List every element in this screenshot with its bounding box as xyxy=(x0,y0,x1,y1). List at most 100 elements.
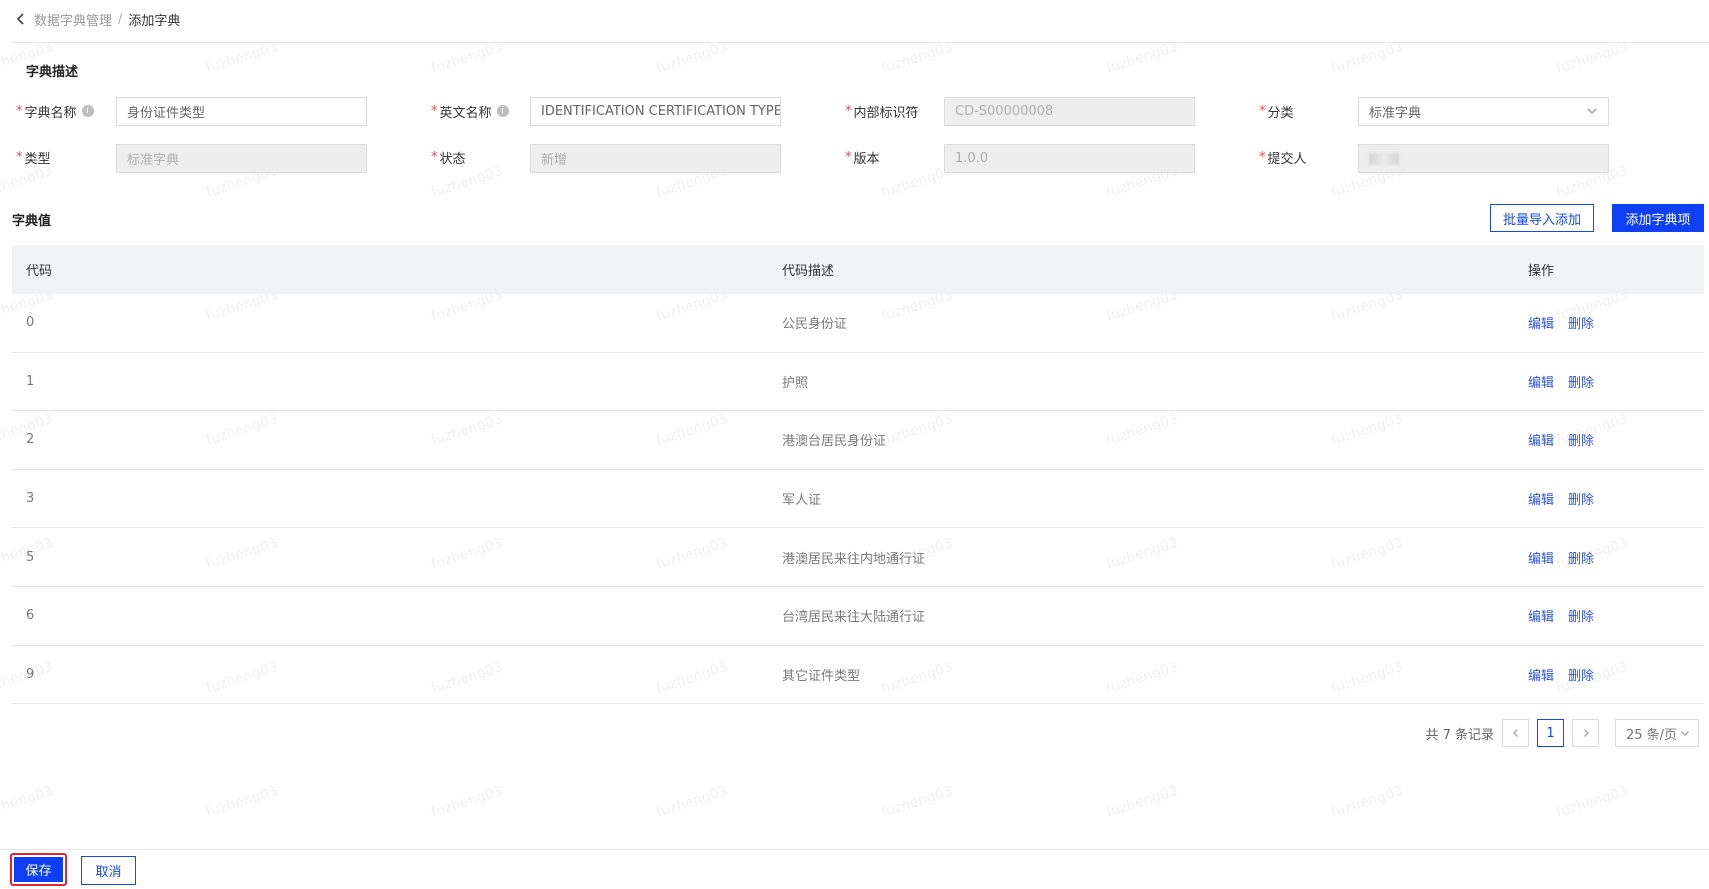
batch-import-button[interactable]: 批量导入添加 xyxy=(1490,204,1594,232)
delete-link[interactable]: 删除 xyxy=(1568,548,1594,567)
status-value: 新增 xyxy=(541,153,568,168)
dict-name-value: 身份证件类型 xyxy=(127,106,206,121)
type-label: * 类型 xyxy=(16,143,51,171)
column-header-code: 代码 xyxy=(26,264,53,279)
watermark-text: fuzheng03 xyxy=(429,38,505,78)
watermark-text: fuzheng03 xyxy=(1104,38,1180,78)
edit-link[interactable]: 编辑 xyxy=(1528,372,1554,391)
watermark-text: fuzheng03 xyxy=(879,782,955,822)
table-header: 代码 代码描述 操作 xyxy=(12,245,1704,294)
table-row: 2 港澳台居民身份证 编辑 删除 xyxy=(12,411,1704,470)
next-page-button[interactable] xyxy=(1572,719,1599,747)
required-mark: * xyxy=(845,103,852,119)
submitter-label-text: 提交人 xyxy=(1267,151,1307,167)
cell-desc: 台湾居民来往大陆通行证 xyxy=(782,610,926,626)
delete-link[interactable]: 删除 xyxy=(1568,372,1594,391)
cell-ops: 编辑 删除 xyxy=(1528,665,1704,684)
status-label-text: 状态 xyxy=(439,151,466,167)
table-row: 1 护照 编辑 删除 xyxy=(12,353,1704,412)
top-divider xyxy=(12,42,1709,43)
edit-link[interactable]: 编辑 xyxy=(1528,606,1554,625)
watermark-text: fuzheng03 xyxy=(204,782,280,822)
cell-desc: 护照 xyxy=(782,375,809,391)
table-row: 5 港澳居民来往内地通行证 编辑 删除 xyxy=(12,528,1704,587)
required-mark: * xyxy=(16,103,23,119)
back-chevron-icon[interactable] xyxy=(12,10,30,28)
save-button-highlight: 保存 xyxy=(10,853,67,886)
save-button[interactable]: 保存 xyxy=(14,857,63,882)
delete-link[interactable]: 删除 xyxy=(1568,430,1594,449)
chevron-down-icon xyxy=(1586,105,1598,121)
english-name-label-text: 英文名称 xyxy=(439,105,492,121)
category-select[interactable]: 标准字典 xyxy=(1358,97,1609,126)
dict-name-input[interactable]: 身份证件类型 xyxy=(116,97,367,126)
add-dict-item-button[interactable]: 添加字典项 xyxy=(1612,204,1704,232)
prev-page-button[interactable] xyxy=(1502,719,1529,747)
info-icon[interactable]: i xyxy=(496,105,509,117)
dict-values-table: 代码 代码描述 操作 0 公民身份证 编辑 删除 1 护照 编辑 删除 2 港澳台居民身份证 编辑删… xyxy=(12,245,1704,705)
edit-link[interactable]: 编辑 xyxy=(1528,548,1554,567)
watermark-text: fuzheng03 xyxy=(654,38,730,78)
english-name-input[interactable]: IDENTIFICATION CERTIFICATION TYPE xyxy=(530,97,781,126)
chevron-down-icon xyxy=(1681,731,1689,736)
required-mark: * xyxy=(16,149,23,165)
watermark-text: fuzheng03 xyxy=(429,782,505,822)
table-body: 0 公民身份证 编辑 删除 1 护照 编辑 删除 2 港澳台居民身份证 编辑 删除 3 军人证 编辑 删除 5 港… xyxy=(12,294,1704,705)
dict-name-label-text: 字典名称 xyxy=(24,105,77,121)
watermark-text: fuzheng03 xyxy=(1554,38,1630,78)
page-size-value: 25 条/页 xyxy=(1626,727,1678,743)
cell-code: 6 xyxy=(26,608,35,624)
footer-divider xyxy=(0,849,1709,850)
table-row: 0 公民身份证 编辑 删除 xyxy=(12,294,1704,353)
type-label-text: 类型 xyxy=(24,151,51,167)
english-name-label: * 英文名称 i xyxy=(431,97,509,125)
table-row: 3 军人证 编辑 删除 xyxy=(12,470,1704,529)
internal-id-value: CD-S00000008 xyxy=(955,104,1054,119)
category-label-text: 分类 xyxy=(1267,105,1294,121)
cell-desc: 军人证 xyxy=(782,493,822,509)
status-label: * 状态 xyxy=(431,143,466,171)
breadcrumb-parent-link[interactable]: 数据字典管理 xyxy=(34,10,112,29)
watermark-text: fuzheng03 xyxy=(879,38,955,78)
edit-link[interactable]: 编辑 xyxy=(1528,665,1554,684)
delete-link[interactable]: 删除 xyxy=(1568,489,1594,508)
version-value: 1.0.0 xyxy=(955,151,989,166)
cancel-button[interactable]: 取消 xyxy=(81,856,136,885)
watermark-text: fuzheng03 xyxy=(204,38,280,78)
required-mark: * xyxy=(845,149,852,165)
breadcrumb-current: 添加字典 xyxy=(128,13,181,29)
page-size-select[interactable]: 25 条/页 xyxy=(1615,719,1699,747)
type-input: 标准字典 xyxy=(116,144,367,173)
edit-link[interactable]: 编辑 xyxy=(1528,313,1554,332)
edit-link[interactable]: 编辑 xyxy=(1528,489,1554,508)
redacted-submitter xyxy=(1369,152,1399,165)
version-label-text: 版本 xyxy=(853,151,880,167)
watermark-text: fuzheng03 xyxy=(1329,38,1405,78)
required-mark: * xyxy=(1259,103,1266,119)
cell-ops: 编辑 删除 xyxy=(1528,313,1704,332)
cell-code: 9 xyxy=(26,666,35,682)
info-icon[interactable]: i xyxy=(81,105,94,117)
section-title-values: 字典值 xyxy=(12,214,52,229)
cell-code: 3 xyxy=(26,491,35,507)
category-label: * 分类 xyxy=(1259,97,1294,125)
cell-desc: 公民身份证 xyxy=(782,317,848,333)
version-input: 1.0.0 xyxy=(944,144,1195,173)
required-mark: * xyxy=(431,103,438,119)
page-number-current[interactable]: 1 xyxy=(1537,719,1564,747)
required-mark: * xyxy=(431,149,438,165)
watermark-text: fuzheng03 xyxy=(654,782,730,822)
table-row: 9 其它证件类型 编辑 删除 xyxy=(12,646,1704,705)
submitter-input xyxy=(1358,144,1609,173)
watermark-text: fuzheng03 xyxy=(1329,782,1405,822)
delete-link[interactable]: 删除 xyxy=(1568,313,1594,332)
delete-link[interactable]: 删除 xyxy=(1568,665,1594,684)
cell-code: 1 xyxy=(26,373,35,389)
delete-link[interactable]: 删除 xyxy=(1568,606,1594,625)
english-name-value: IDENTIFICATION CERTIFICATION TYPE xyxy=(541,104,781,119)
cell-desc: 港澳台居民身份证 xyxy=(782,434,887,450)
cell-ops: 编辑 删除 xyxy=(1528,606,1704,625)
column-header-desc: 代码描述 xyxy=(782,264,835,279)
edit-link[interactable]: 编辑 xyxy=(1528,430,1554,449)
cell-ops: 编辑 删除 xyxy=(1528,548,1704,567)
